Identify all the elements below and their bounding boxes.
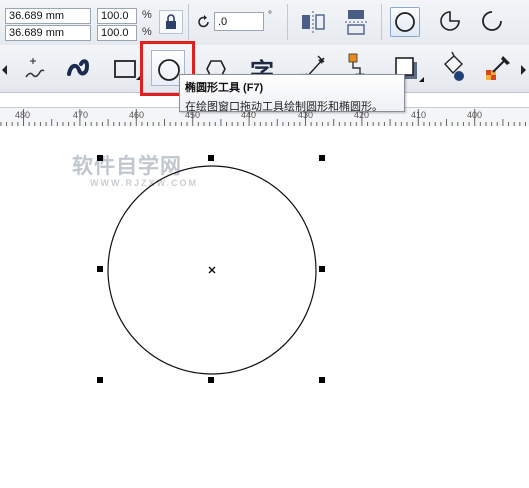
interactive-fill-tool[interactable] xyxy=(436,50,470,86)
object-width-field[interactable] xyxy=(5,8,91,24)
fill-tool-icon xyxy=(444,51,464,81)
toolbar-scroll-right-icon[interactable] xyxy=(521,65,527,75)
selection-handle-bottom-left[interactable] xyxy=(97,377,103,383)
scale-y-unit: % xyxy=(142,26,152,38)
ruler-label: 410 xyxy=(411,110,427,120)
mirror-horizontal-icon xyxy=(302,11,325,33)
artistic-media-tool-icon xyxy=(67,59,90,76)
selection-handle-left[interactable] xyxy=(97,266,103,272)
freehand-tool[interactable] xyxy=(17,50,51,86)
eyedropper-tool-icon xyxy=(486,56,510,80)
ruler-label: 480 xyxy=(15,110,31,120)
freehand-tool-icon xyxy=(25,58,45,78)
artistic-media-tool[interactable] xyxy=(61,50,95,86)
selection-handle-top-right[interactable] xyxy=(319,155,325,161)
lock-ratio-button[interactable] xyxy=(159,10,183,34)
selected-circle-shape[interactable] xyxy=(0,126,529,488)
rotation-angle-field[interactable] xyxy=(214,12,264,31)
selection-handle-top[interactable] xyxy=(208,155,214,161)
mirror-vertical-button[interactable] xyxy=(342,7,372,37)
mirror-horizontal-button[interactable] xyxy=(298,7,328,37)
ellipse-tool-tooltip: 椭圆形工具 (F7) 在绘图窗口拖动工具绘制圆形和椭圆形。 xyxy=(179,74,405,113)
ruler-label: 460 xyxy=(129,110,145,120)
mirror-vertical-icon xyxy=(345,10,369,35)
ellipse-mode-icon xyxy=(395,12,415,32)
rotate-icon xyxy=(198,15,209,28)
ruler-label: 400 xyxy=(467,110,483,120)
ellipse-mode-button[interactable] xyxy=(390,7,420,37)
lock-icon xyxy=(166,14,176,29)
scale-x-field[interactable] xyxy=(97,8,137,24)
pie-mode-icon xyxy=(440,11,460,31)
eyedropper-tool[interactable] xyxy=(481,50,515,86)
property-bar: % % ° xyxy=(0,0,529,46)
arc-mode-button[interactable] xyxy=(478,7,508,37)
degree-unit: ° xyxy=(268,10,272,21)
selection-handle-right[interactable] xyxy=(319,266,325,272)
rectangle-tool[interactable] xyxy=(108,50,142,86)
center-marker xyxy=(208,266,216,274)
arc-mode-icon xyxy=(482,11,502,31)
tooltip-description: 在绘图窗口拖动工具绘制圆形和椭圆形。 xyxy=(185,101,383,113)
object-height-field[interactable] xyxy=(5,25,91,41)
scale-y-field[interactable] xyxy=(97,25,137,41)
selection-handle-top-left[interactable] xyxy=(97,155,103,161)
pie-mode-button[interactable] xyxy=(436,7,466,37)
toolbar-scroll-left-icon[interactable] xyxy=(2,65,8,75)
rectangle-tool-icon xyxy=(114,60,141,80)
tooltip-title: 椭圆形工具 (F7) xyxy=(185,82,264,94)
selection-handle-bottom-right[interactable] xyxy=(319,377,325,383)
ruler-label: 470 xyxy=(73,110,89,120)
scale-x-unit: % xyxy=(142,9,152,21)
selection-handle-bottom[interactable] xyxy=(208,377,214,383)
